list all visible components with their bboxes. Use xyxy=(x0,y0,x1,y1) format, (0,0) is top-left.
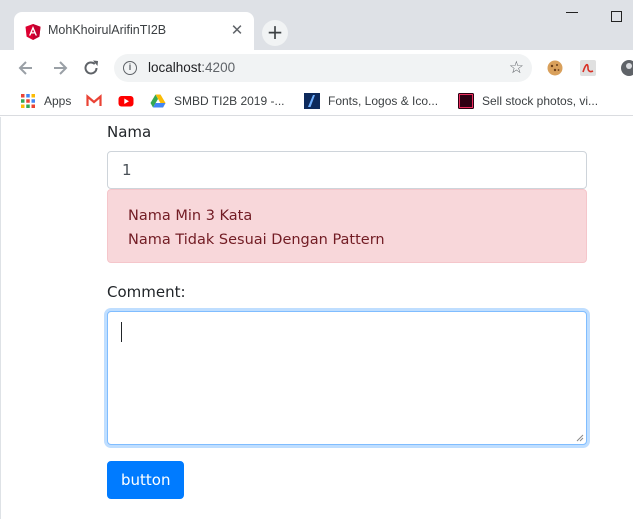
page-content: Nama 1 Nama Min 3 Kata Nama Tidak Sesuai… xyxy=(0,117,633,519)
bookmark-label: Apps xyxy=(44,94,72,108)
bookmark-apps[interactable]: Apps xyxy=(20,92,71,110)
error-min-length: Nama Min 3 Kata xyxy=(128,208,253,224)
bookmark-smbd[interactable]: SMBD TI2B 2019 -... xyxy=(150,92,285,110)
reload-icon[interactable] xyxy=(81,58,101,78)
comment-textarea[interactable] xyxy=(107,311,587,445)
text-caret xyxy=(121,322,122,342)
tab-strip: MohKhoirulArifinTI2B ✕ + xyxy=(0,0,633,50)
tab-title: MohKhoirulArifinTI2B xyxy=(48,23,167,37)
youtube-icon xyxy=(118,96,134,107)
profile-avatar-icon[interactable] xyxy=(620,59,633,77)
url-port: :4200 xyxy=(201,60,236,75)
bookmark-fonts-logos[interactable]: Fonts, Logos & Ico... xyxy=(304,92,438,110)
google-drive-icon xyxy=(150,94,166,108)
browser-window: MohKhoirulArifinTI2B ✕ + i localhost:420… xyxy=(0,0,633,519)
adobe-stock-icon xyxy=(458,93,474,109)
browser-toolbar: i localhost:4200 ☆ xyxy=(0,50,633,86)
bookmark-label: Fonts, Logos & Ico... xyxy=(328,94,439,108)
site-info-icon[interactable]: i xyxy=(123,61,137,75)
nama-input[interactable]: 1 xyxy=(107,151,587,189)
url-text: localhost:4200 xyxy=(148,60,235,75)
maximize-icon[interactable] xyxy=(611,11,622,22)
browser-tab[interactable]: MohKhoirulArifinTI2B ✕ xyxy=(14,12,254,50)
apps-grid-icon xyxy=(21,94,35,108)
forward-arrow-icon[interactable] xyxy=(50,58,70,78)
error-pattern: Nama Tidak Sesuai Dengan Pattern xyxy=(128,232,385,248)
new-tab-button[interactable]: + xyxy=(262,20,288,46)
nama-label: Nama xyxy=(107,123,152,141)
angular-icon xyxy=(25,24,41,40)
gmail-icon xyxy=(86,94,102,106)
bookmarks-bar: Apps SMBD TI2B 2019 -... Fonts, Logos & … xyxy=(0,86,633,116)
back-arrow-icon[interactable] xyxy=(16,58,36,78)
submit-button[interactable]: button xyxy=(107,461,185,499)
address-bar[interactable]: i localhost:4200 ☆ xyxy=(114,54,532,82)
comment-label: Comment: xyxy=(107,283,186,301)
bookmark-label: Sell stock photos, vi... xyxy=(482,94,599,108)
minimize-icon[interactable] xyxy=(566,12,578,13)
bookmark-star-icon[interactable]: ☆ xyxy=(509,58,524,78)
bookmark-gmail[interactable] xyxy=(86,92,110,110)
bookmark-youtube[interactable] xyxy=(118,92,142,110)
close-tab-icon[interactable]: ✕ xyxy=(228,21,246,39)
url-host: localhost xyxy=(148,60,202,75)
bookmark-adobe-stock[interactable]: Sell stock photos, vi... xyxy=(458,92,598,110)
bookmark-label: SMBD TI2B 2019 -... xyxy=(174,94,285,108)
site-icon xyxy=(304,93,320,109)
pdf-extension-icon[interactable] xyxy=(579,59,597,77)
cookie-extension-icon[interactable] xyxy=(546,59,564,77)
validation-error-alert: Nama Min 3 Kata Nama Tidak Sesuai Dengan… xyxy=(107,189,587,263)
resize-grip-icon[interactable] xyxy=(576,434,584,442)
